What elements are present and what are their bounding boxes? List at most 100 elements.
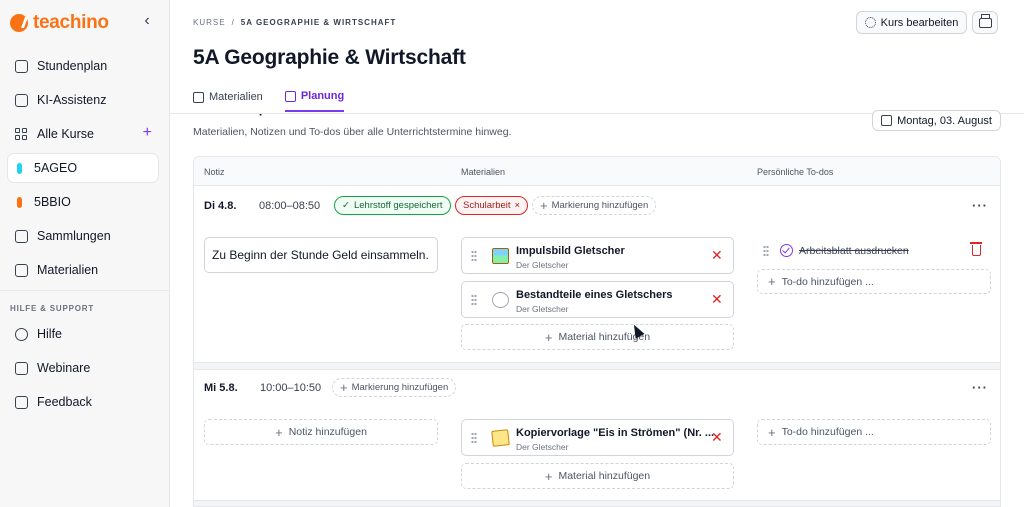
row-divider xyxy=(194,362,1000,370)
edit-course-button[interactable]: Kurs bearbeiten xyxy=(856,11,967,34)
sidebar-item-label: Alle Kurse xyxy=(37,127,94,141)
add-todo-button[interactable]: + To-do hinzufügen ... xyxy=(757,269,991,294)
section-description: Materialien, Notizen und To-dos über all… xyxy=(193,126,512,138)
plus-icon: + xyxy=(275,424,283,440)
sidebar-divider xyxy=(0,290,170,291)
drag-handle-icon[interactable] xyxy=(763,245,769,256)
add-note-label: Notiz hinzufügen xyxy=(288,426,367,438)
presenter-icon xyxy=(15,361,28,375)
add-material-button[interactable]: + Material hinzufügen xyxy=(461,324,734,350)
tab-label: Materialien xyxy=(209,91,263,103)
sidebar-item-label: Materialien xyxy=(37,263,99,277)
table-header: Notiz Materialien Persönliche To-dos xyxy=(194,157,1000,186)
material-item[interactable]: Kopiervorlage "Eis in Strömen" (Nr. ... … xyxy=(461,419,734,456)
sidebar-item-ki-assistenz[interactable]: KI-Assistenz xyxy=(8,86,158,114)
plus-icon: + xyxy=(544,329,553,345)
calendar-icon xyxy=(284,90,296,102)
add-course-button[interactable]: + xyxy=(143,124,152,142)
material-title: Bestandteile eines Gletschers xyxy=(516,289,673,301)
todo-item[interactable]: Arbeitsblatt ausdrucken xyxy=(757,239,991,263)
add-tag-label: Markierung hinzufügen xyxy=(351,382,449,393)
plus-icon: + xyxy=(544,468,553,484)
sidebar-item-stundenplan[interactable]: Stundenplan xyxy=(8,52,158,80)
column-header-materialien: Materialien xyxy=(461,167,506,177)
logo-icon xyxy=(10,14,28,32)
help-icon xyxy=(15,327,28,341)
add-material-button[interactable]: + Material hinzufügen xyxy=(461,463,734,489)
sidebar-item-alle-kurse[interactable]: Alle Kurse + xyxy=(8,120,158,148)
course-color-indicator xyxy=(17,162,22,174)
sidebar-item-label: Sammlungen xyxy=(37,229,111,243)
sidebar-item-hilfe[interactable]: Hilfe xyxy=(8,320,158,348)
sidebar-item-5ageo[interactable]: 5AGEO xyxy=(8,154,158,182)
date-label: Montag, 03. August xyxy=(897,114,992,127)
remove-material-icon[interactable]: ✕ xyxy=(711,292,723,306)
support-section-title: HILFE & SUPPORT xyxy=(10,304,95,313)
sidebar-item-materialien[interactable]: Materialien xyxy=(8,256,158,284)
remove-material-icon[interactable]: ✕ xyxy=(711,248,723,262)
column-header-todos: Persönliche To-dos xyxy=(757,167,834,177)
breadcrumb-current: 5A GEOGRAPHIE & WIRTSCHAFT xyxy=(240,18,397,27)
tag-label: Lehrstoff gespeichert xyxy=(353,200,443,211)
check-icon: ✓ xyxy=(342,200,350,211)
breadcrumb: KURSE / 5A GEOGRAPHIE & WIRTSCHAFT xyxy=(193,18,396,27)
document-icon xyxy=(15,263,28,277)
teachino-logo[interactable]: teachino xyxy=(10,12,109,34)
add-tag-button[interactable]: + Markierung hinzufügen xyxy=(532,196,657,215)
tag-schularbeit[interactable]: Schularbeit × xyxy=(455,196,529,215)
logo-text: teachino xyxy=(33,12,109,33)
page-title: 5A Geographie & Wirtschaft xyxy=(193,46,466,69)
tab-materialien[interactable]: Materialien xyxy=(193,82,263,112)
remove-material-icon[interactable]: ✕ xyxy=(711,430,723,444)
material-subtitle: Der Gletscher xyxy=(516,304,569,314)
sidebar-item-label: 5BBIO xyxy=(34,195,71,209)
add-note-button[interactable]: + Notiz hinzufügen xyxy=(204,419,438,445)
sidebar-item-sammlungen[interactable]: Sammlungen xyxy=(8,222,158,250)
sidebar-item-5bbio[interactable]: 5BBIO xyxy=(8,188,158,216)
document-icon xyxy=(193,91,204,103)
print-button[interactable] xyxy=(972,11,998,34)
lesson-note[interactable]: Zu Beginn der Stunde Geld einsammeln. xyxy=(204,237,438,273)
sidebar-item-webinare[interactable]: Webinare xyxy=(8,354,158,382)
material-item[interactable]: Impulsbild Gletscher Der Gletscher ✕ xyxy=(461,237,734,274)
tag-label: Schularbeit xyxy=(463,200,511,211)
add-todo-label: To-do hinzufügen ... xyxy=(781,275,874,288)
add-todo-button[interactable]: + To-do hinzufügen ... xyxy=(757,419,991,445)
material-subtitle: Der Gletscher xyxy=(516,260,569,270)
sidebar-item-label: Webinare xyxy=(37,361,91,375)
drag-handle-icon[interactable] xyxy=(471,294,477,305)
trash-icon[interactable] xyxy=(970,242,982,256)
todo-done-icon[interactable] xyxy=(780,244,793,257)
date-picker-button[interactable]: Montag, 03. August xyxy=(872,110,1001,131)
grid-icon xyxy=(15,127,28,141)
add-tag-label: Markierung hinzufügen xyxy=(551,200,649,211)
add-tag-button[interactable]: + Markierung hinzufügen xyxy=(332,378,457,397)
gear-icon xyxy=(864,17,876,28)
sidebar-item-label: 5AGEO xyxy=(34,161,78,175)
material-item[interactable]: Bestandteile eines Gletschers Der Gletsc… xyxy=(461,281,734,318)
more-options-icon[interactable]: ··· xyxy=(972,380,988,395)
drag-handle-icon[interactable] xyxy=(471,432,477,443)
tag-lehrstoff-gespeichert[interactable]: ✓ Lehrstoff gespeichert xyxy=(334,196,451,215)
plus-icon: + xyxy=(768,424,776,440)
plus-icon: + xyxy=(340,380,348,395)
sidebar-item-feedback[interactable]: Feedback xyxy=(8,388,158,416)
planning-table: Notiz Materialien Persönliche To-dos Di … xyxy=(193,156,1001,507)
tab-planung[interactable]: Planung xyxy=(284,82,345,112)
calendar-icon xyxy=(881,115,893,126)
column-header-notiz: Notiz xyxy=(204,167,225,177)
robot-icon xyxy=(15,93,28,107)
calendar-icon xyxy=(15,59,28,73)
more-options-icon[interactable]: ··· xyxy=(972,198,988,213)
row-divider xyxy=(194,500,1000,506)
sidebar-item-label: Feedback xyxy=(37,395,92,409)
speech-bubble-icon xyxy=(492,292,509,308)
edit-course-label: Kurs bearbeiten xyxy=(880,16,959,29)
material-title: Impulsbild Gletscher xyxy=(516,245,625,257)
remove-tag-icon[interactable]: × xyxy=(515,200,521,211)
drag-handle-icon[interactable] xyxy=(471,250,477,261)
collapse-sidebar-icon[interactable]: ‹ xyxy=(140,12,154,30)
lesson-day: Di 4.8. xyxy=(204,200,237,212)
tab-bar: Materialien Planung xyxy=(193,82,345,112)
breadcrumb-root[interactable]: KURSE xyxy=(193,18,226,27)
